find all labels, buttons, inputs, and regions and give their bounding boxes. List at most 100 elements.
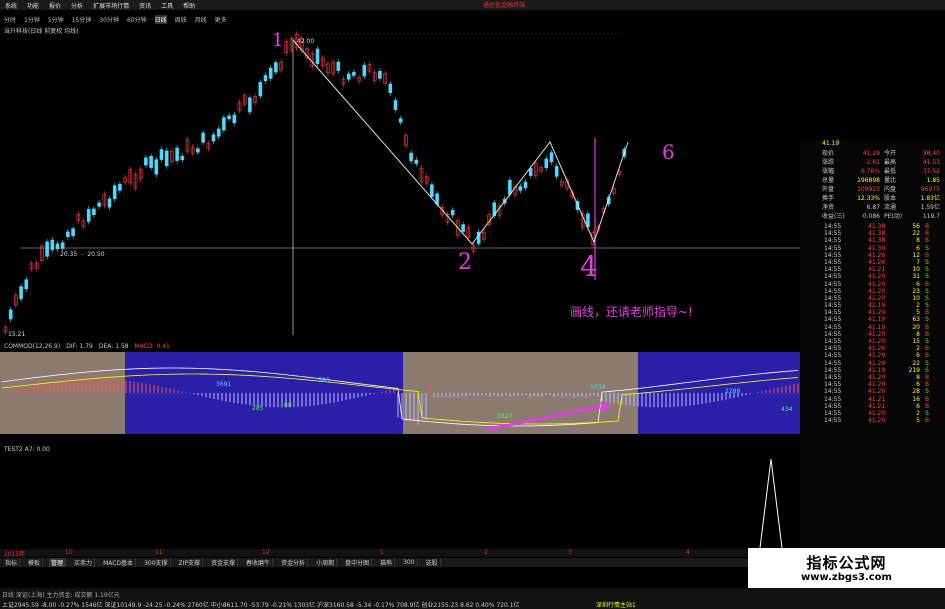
tick-volume: 28 bbox=[912, 388, 920, 396]
tick-time: 14:55 bbox=[824, 402, 842, 410]
candle-body bbox=[508, 179, 512, 195]
indicator-tab[interactable]: MACD基本 bbox=[101, 558, 137, 567]
menu-item-help[interactable]: 帮助 bbox=[183, 1, 195, 10]
menu-item-tools[interactable]: 工具 bbox=[161, 1, 173, 10]
indicator-tab[interactable]: 买卖力 bbox=[72, 558, 96, 567]
tick-side: B bbox=[924, 373, 930, 381]
period-tab-5min[interactable]: 5分钟 bbox=[48, 15, 64, 24]
indicator-tab[interactable]: 春收磨牛 bbox=[244, 558, 274, 567]
tick-side: S bbox=[925, 316, 929, 324]
tick-row: 14:55 41.20 5 B bbox=[800, 309, 945, 316]
candle-body bbox=[60, 242, 65, 249]
menu-item-function[interactable]: 功能 bbox=[27, 1, 39, 10]
stat-value-2: 37.52 bbox=[922, 168, 940, 175]
tick-volume: 22 bbox=[912, 230, 920, 238]
price-low-label: 15.21 bbox=[8, 331, 26, 338]
tick-volume: 22 bbox=[912, 359, 920, 367]
candlestick-chart[interactable] bbox=[0, 30, 800, 340]
candle-body bbox=[45, 241, 49, 257]
menu-item-quote[interactable]: 报价 bbox=[49, 1, 61, 10]
candle-body bbox=[258, 82, 263, 97]
candle-body bbox=[430, 184, 434, 197]
stat-key: 外盘 bbox=[822, 186, 835, 193]
menu-item-info[interactable]: 资讯 bbox=[139, 1, 151, 10]
macd-label-6: 1034 bbox=[590, 384, 606, 391]
indicator-tab[interactable]: 资金支撑 bbox=[209, 558, 239, 567]
candle-body bbox=[149, 155, 153, 168]
menu-item-extended-market[interactable]: 扩展市场行情 bbox=[93, 1, 129, 10]
annotation-note: 画线，还请老师指导~! bbox=[570, 305, 693, 319]
tick-price: 41.20 bbox=[868, 294, 886, 302]
period-tab-daily[interactable]: 日线 bbox=[154, 14, 167, 24]
macd-bg-segment-2 bbox=[125, 352, 403, 434]
menu-item-system[interactable]: 系统 bbox=[5, 1, 17, 10]
period-tab-30min[interactable]: 30分钟 bbox=[99, 15, 119, 24]
period-tab-monthly[interactable]: 月线 bbox=[195, 15, 207, 24]
tick-time: 14:55 bbox=[824, 352, 842, 360]
stat-value: 109923 bbox=[857, 186, 880, 193]
tick-time: 14:55 bbox=[824, 338, 842, 345]
candle-body bbox=[175, 147, 179, 161]
date-year: 2015年 bbox=[4, 551, 26, 558]
quote-stat-row: 外盘 109923 内盘 86975 bbox=[800, 185, 945, 194]
dashed-level-line bbox=[292, 33, 620, 41]
period-tab-15min[interactable]: 15分钟 bbox=[72, 15, 92, 24]
indicator-tab[interactable]: 猫熊 bbox=[378, 558, 396, 567]
tick-time: 14:55 bbox=[824, 294, 842, 302]
tick-volume: 8 bbox=[916, 330, 920, 338]
tick-time: 14:55 bbox=[824, 395, 842, 403]
tick-row: 14:55 41.20 8 B bbox=[800, 374, 945, 381]
indicator-tab[interactable]: 300 bbox=[401, 559, 418, 566]
indicator-tab[interactable]: 盘中分图 bbox=[343, 558, 373, 567]
indicator-tab[interactable]: 管理 bbox=[49, 558, 67, 567]
tick-row: 14:55 41.21 10 S bbox=[800, 266, 945, 273]
quote-stat-row: 涨幅 6.76% 最低 37.52 bbox=[800, 167, 945, 176]
period-tab-weekly[interactable]: 周线 bbox=[175, 15, 187, 24]
tick-volume: 2 bbox=[916, 345, 920, 353]
tick-volume: 6 bbox=[916, 402, 920, 410]
tick-side: S bbox=[925, 359, 929, 367]
tick-row: 14:55 41.20 31 S bbox=[800, 273, 945, 280]
stat-key-2: 流通 bbox=[884, 204, 897, 211]
candle-body bbox=[544, 158, 549, 169]
indicator-tab[interactable]: 小周期 bbox=[314, 558, 338, 567]
tick-price: 41.26 bbox=[868, 258, 886, 266]
stat-value: 0.086 bbox=[862, 213, 880, 220]
candle-body bbox=[352, 71, 356, 76]
candle-body bbox=[362, 64, 367, 77]
tick-price: 41.20 bbox=[868, 381, 886, 389]
indicator-tab[interactable]: 选股 bbox=[424, 558, 441, 567]
indicator-tab[interactable]: 指标 bbox=[3, 558, 21, 567]
test-indicator-chart[interactable] bbox=[0, 454, 800, 548]
price-high-label: 42.00 bbox=[297, 38, 315, 45]
tick-row: 14:55 41.21 16 B bbox=[800, 396, 945, 403]
ticker-status: 深圳行情主站1 bbox=[596, 602, 636, 609]
candle-body bbox=[112, 185, 117, 200]
tick-price: 41.38 bbox=[868, 223, 886, 230]
period-tab-minute-chart[interactable]: 分时 bbox=[4, 15, 16, 24]
test-indicator-title: TEST2 A7: 0.00 bbox=[4, 446, 50, 453]
tick-price: 41.19 bbox=[868, 323, 886, 331]
annotation-2: 2 bbox=[458, 250, 472, 275]
indicator-tab[interactable]: 300支撑 bbox=[142, 558, 171, 567]
candle-body bbox=[450, 210, 455, 216]
candle-body bbox=[144, 157, 148, 166]
stat-value-2: 1.85 bbox=[926, 177, 940, 184]
period-tab-1min[interactable]: 1分钟 bbox=[24, 15, 40, 24]
menu-item-analysis[interactable]: 分析 bbox=[71, 1, 83, 10]
stat-key: 净资 bbox=[822, 204, 835, 211]
candle-body bbox=[336, 61, 341, 71]
period-tab-more[interactable]: 更多 bbox=[215, 15, 227, 24]
indicator-tab[interactable]: 资金分析 bbox=[279, 558, 309, 567]
period-tab-60min[interactable]: 60分钟 bbox=[127, 15, 147, 24]
tick-price: 41.29 bbox=[868, 352, 886, 360]
indicator-tab[interactable]: 模板 bbox=[26, 558, 44, 567]
macd-chart[interactable] bbox=[0, 352, 800, 440]
tick-list[interactable]: 14:55 41.38 56 B 14:55 41.38 22 B 14:55 41.38 8 B 14… bbox=[800, 223, 945, 424]
tick-time: 14:55 bbox=[824, 258, 842, 266]
indicator-tab[interactable]: ZIP支撑 bbox=[177, 558, 204, 567]
tick-time: 14:55 bbox=[824, 287, 842, 295]
tick-row: 14:55 41.19 20 B bbox=[800, 324, 945, 331]
quote-stat-row: 总量 196898 量比 1.85 bbox=[800, 176, 945, 185]
tick-price: 41.20 bbox=[868, 388, 886, 396]
